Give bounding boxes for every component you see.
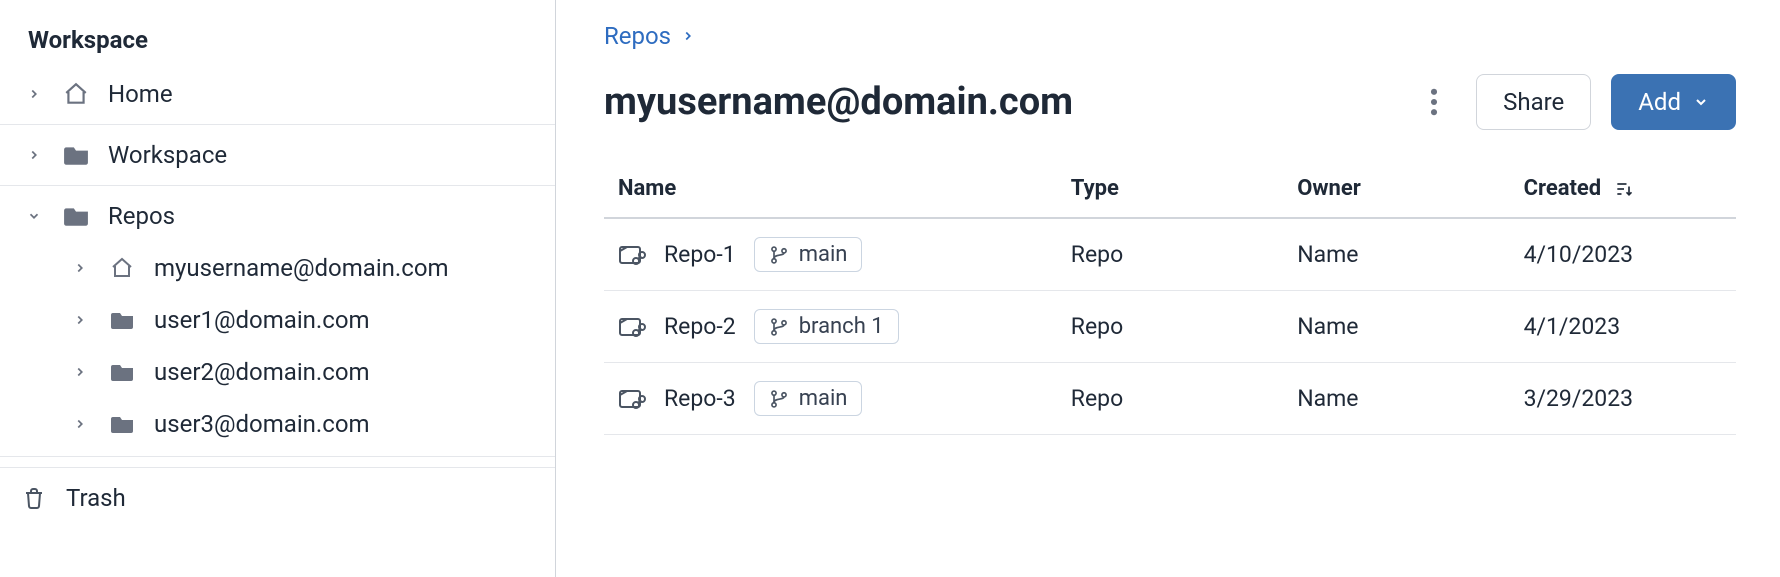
repo-icon bbox=[618, 315, 646, 339]
cell-owner: Name bbox=[1283, 218, 1509, 291]
sidebar-item-repo-user[interactable]: user2@domain.com bbox=[0, 346, 555, 398]
divider bbox=[0, 185, 555, 186]
sidebar: Workspace Home Workspace bbox=[0, 0, 556, 577]
chevron-right-icon bbox=[70, 417, 90, 431]
trash-icon bbox=[20, 485, 48, 511]
kebab-icon bbox=[1430, 88, 1438, 116]
cell-owner: Name bbox=[1283, 363, 1509, 435]
sort-descending-icon bbox=[1613, 179, 1635, 199]
cell-created: 4/10/2023 bbox=[1510, 218, 1736, 291]
button-label: Share bbox=[1503, 88, 1564, 116]
home-icon bbox=[108, 256, 136, 280]
page-title: myusername@domain.com bbox=[604, 80, 1073, 124]
chevron-right-icon bbox=[24, 148, 44, 162]
branch-badge[interactable]: main bbox=[754, 381, 863, 416]
sidebar-item-label: Trash bbox=[66, 484, 126, 512]
folder-icon bbox=[62, 144, 90, 166]
app-root: Workspace Home Workspace bbox=[0, 0, 1780, 577]
sidebar-item-label: Repos bbox=[108, 202, 531, 230]
chevron-right-icon bbox=[70, 313, 90, 327]
cell-type: Repo bbox=[1057, 291, 1283, 363]
sidebar-item-repo-user[interactable]: user3@domain.com bbox=[0, 398, 555, 450]
breadcrumb: Repos bbox=[604, 22, 1736, 50]
repos-table: Name Type Owner Created Repo-1mainRepoNa… bbox=[604, 164, 1736, 435]
branch-badge[interactable]: branch 1 bbox=[754, 309, 899, 344]
divider bbox=[0, 456, 555, 457]
branch-name: main bbox=[799, 242, 848, 267]
chevron-right-icon bbox=[681, 29, 695, 43]
sidebar-item-label: myusername@domain.com bbox=[154, 254, 531, 282]
repo-icon bbox=[618, 243, 646, 267]
chevron-right-icon bbox=[70, 365, 90, 379]
chevron-right-icon bbox=[70, 261, 90, 275]
divider bbox=[0, 124, 555, 125]
table-row[interactable]: Repo-2 branch 1 RepoName4/1/2023 bbox=[604, 291, 1736, 363]
cell-type: Repo bbox=[1057, 218, 1283, 291]
repo-name: Repo-1 bbox=[664, 241, 736, 268]
sidebar-item-label: user2@domain.com bbox=[154, 358, 531, 386]
cell-created: 3/29/2023 bbox=[1510, 363, 1736, 435]
column-header-type[interactable]: Type bbox=[1057, 164, 1283, 218]
sidebar-item-label: user1@domain.com bbox=[154, 306, 531, 334]
main-content: Repos myusername@domain.com Share Add bbox=[556, 0, 1780, 577]
table-row[interactable]: Repo-1 main RepoName4/10/2023 bbox=[604, 218, 1736, 291]
sidebar-item-home[interactable]: Home bbox=[0, 68, 555, 120]
header-actions: Share Add bbox=[1412, 74, 1736, 130]
chevron-down-icon bbox=[24, 209, 44, 223]
folder-icon bbox=[108, 362, 136, 382]
folder-icon bbox=[108, 310, 136, 330]
column-header-name[interactable]: Name bbox=[604, 164, 1057, 218]
sidebar-title: Workspace bbox=[0, 20, 555, 68]
column-header-created[interactable]: Created bbox=[1510, 164, 1736, 218]
repo-icon bbox=[618, 387, 646, 411]
sidebar-item-label: user3@domain.com bbox=[154, 410, 531, 438]
column-header-label: Created bbox=[1524, 176, 1602, 201]
repo-name: Repo-2 bbox=[664, 313, 736, 340]
branch-icon bbox=[769, 317, 789, 337]
cell-created: 4/1/2023 bbox=[1510, 291, 1736, 363]
sidebar-item-repo-user[interactable]: user1@domain.com bbox=[0, 294, 555, 346]
branch-icon bbox=[769, 245, 789, 265]
page-header: myusername@domain.com Share Add bbox=[604, 74, 1736, 130]
sidebar-repos-children: myusername@domain.com user1@domain.com use… bbox=[0, 242, 555, 450]
home-icon bbox=[62, 81, 90, 107]
cell-owner: Name bbox=[1283, 291, 1509, 363]
add-button[interactable]: Add bbox=[1611, 74, 1736, 130]
branch-icon bbox=[769, 389, 789, 409]
sidebar-item-workspace[interactable]: Workspace bbox=[0, 129, 555, 181]
sidebar-item-repos[interactable]: Repos bbox=[0, 190, 555, 242]
sidebar-item-label: Workspace bbox=[108, 141, 531, 169]
column-header-owner[interactable]: Owner bbox=[1283, 164, 1509, 218]
chevron-down-icon bbox=[1693, 94, 1709, 110]
repo-name: Repo-3 bbox=[664, 385, 736, 412]
table-row[interactable]: Repo-3 main RepoName3/29/2023 bbox=[604, 363, 1736, 435]
more-options-button[interactable] bbox=[1412, 80, 1456, 124]
breadcrumb-item[interactable]: Repos bbox=[604, 22, 671, 50]
button-label: Add bbox=[1638, 88, 1681, 116]
sidebar-item-repo-user[interactable]: myusername@domain.com bbox=[0, 242, 555, 294]
share-button[interactable]: Share bbox=[1476, 74, 1591, 130]
branch-name: branch 1 bbox=[799, 314, 884, 339]
sidebar-item-trash[interactable]: Trash bbox=[0, 467, 555, 528]
branch-badge[interactable]: main bbox=[754, 237, 863, 272]
folder-icon bbox=[108, 414, 136, 434]
chevron-right-icon bbox=[24, 87, 44, 101]
folder-icon bbox=[62, 205, 90, 227]
branch-name: main bbox=[799, 386, 848, 411]
cell-type: Repo bbox=[1057, 363, 1283, 435]
sidebar-item-label: Home bbox=[108, 80, 531, 108]
